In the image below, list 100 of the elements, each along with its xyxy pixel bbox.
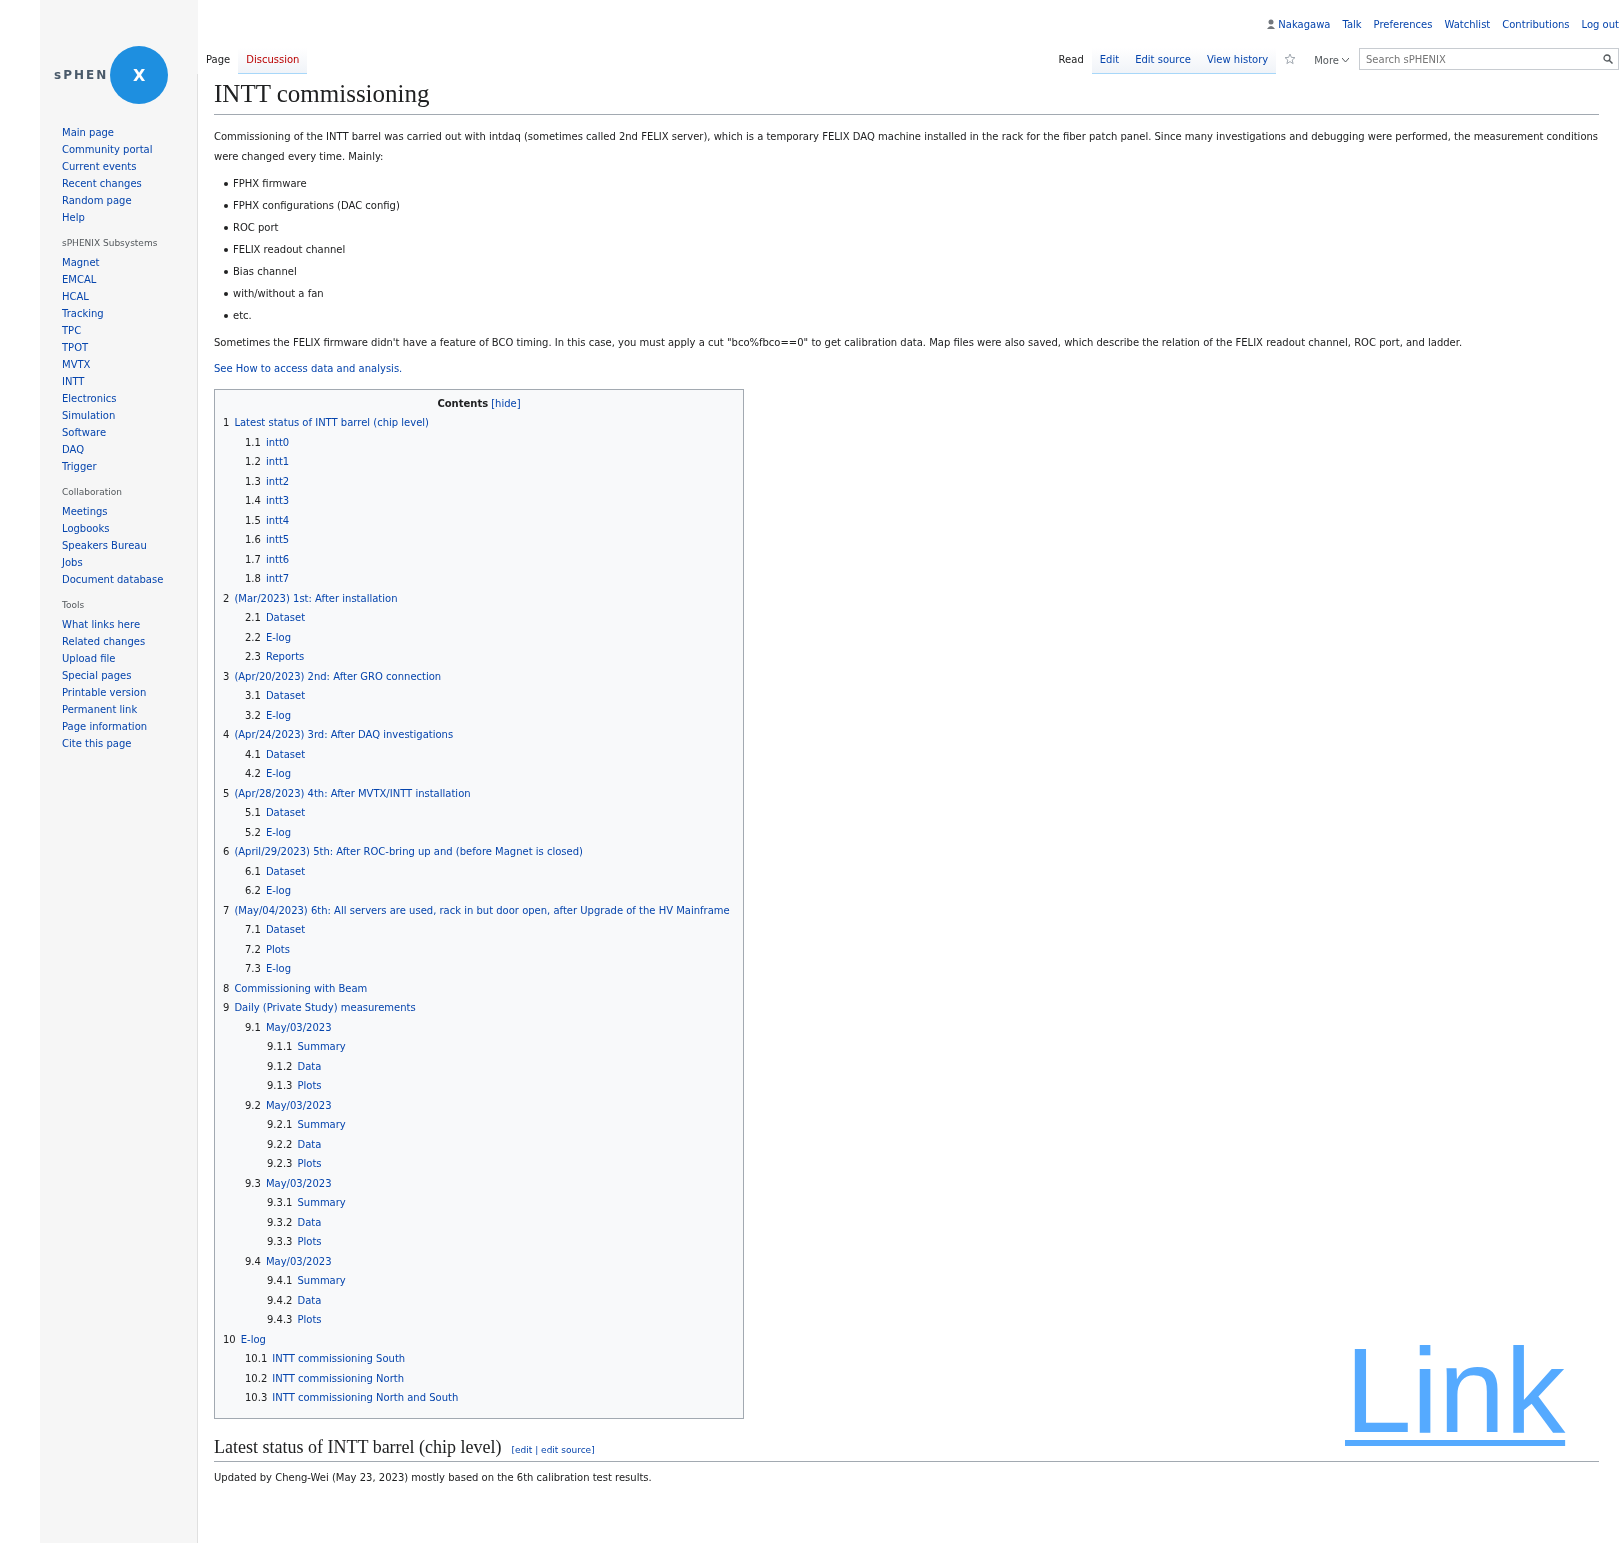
toc-link[interactable]: 6.2 E-log <box>245 881 735 901</box>
sidebar-link[interactable]: Related changes <box>62 633 198 650</box>
toc-link[interactable]: 5.1 Dataset <box>245 803 735 823</box>
sidebar-link[interactable]: MVTX <box>62 356 198 373</box>
sidebar-link[interactable]: Page information <box>62 718 198 735</box>
toc-link[interactable]: 9.2 May/03/2023 <box>245 1095 735 1115</box>
toc-link[interactable]: 9.2.3 Plots <box>267 1154 735 1174</box>
sidebar-link[interactable]: Meetings <box>62 503 198 520</box>
toc-link[interactable]: 9.1 May/03/2023 <box>245 1017 735 1037</box>
toc-link[interactable]: 10 E-log <box>223 1329 735 1349</box>
toc-link[interactable]: 9.1.3 Plots <box>267 1076 735 1096</box>
toc-link[interactable]: 2.3 Reports <box>245 647 735 667</box>
toc-link[interactable]: 3.2 E-log <box>245 705 735 725</box>
toc-link[interactable]: 9.3.3 Plots <box>267 1232 735 1252</box>
toc-link[interactable]: 9.4.3 Plots <box>267 1310 735 1330</box>
sidebar-link[interactable]: Trigger <box>62 458 198 475</box>
toc-link[interactable]: 6 (April/29/2023) 5th: After ROC-bring up and (before Magnet is closed) <box>223 842 735 862</box>
sidebar-link[interactable]: Document database <box>62 571 198 588</box>
see-also-link[interactable]: See How to access data and analysis. <box>214 363 403 374</box>
sidebar-link[interactable]: Speakers Bureau <box>62 537 198 554</box>
toc-link[interactable]: 9.4 May/03/2023 <box>245 1251 735 1271</box>
toc-link[interactable]: 1.6 intt5 <box>245 530 735 550</box>
toc-link[interactable]: 10.3 INTT commissioning North and South <box>245 1388 735 1408</box>
toc-link[interactable]: 4 (Apr/24/2023) 3rd: After DAQ investigations <box>223 725 735 745</box>
sidebar-link[interactable]: Special pages <box>62 667 198 684</box>
toc-link[interactable]: 1.7 intt6 <box>245 549 735 569</box>
sidebar-link[interactable]: Permanent link <box>62 701 198 718</box>
personal-link[interactable]: Log out <box>1581 14 1619 34</box>
list-item: Bias channel <box>233 265 297 279</box>
toc-link[interactable]: 8 Commissioning with Beam <box>223 978 735 998</box>
toc-link[interactable]: 1.4 intt3 <box>245 491 735 511</box>
user-link[interactable]: Nakagawa <box>1267 14 1331 34</box>
toc-link[interactable]: 3.1 Dataset <box>245 686 735 706</box>
sidebar-link[interactable]: Software <box>62 424 198 441</box>
toc-link[interactable]: 9.1.1 Summary <box>267 1037 735 1057</box>
more-menu[interactable]: More <box>1304 55 1359 74</box>
toc-link[interactable]: 2.1 Dataset <box>245 608 735 628</box>
sidebar-link[interactable]: Cite this page <box>62 735 198 752</box>
sidebar-link[interactable]: Random page <box>62 192 198 209</box>
toc-link[interactable]: 2 (Mar/2023) 1st: After installation <box>223 588 735 608</box>
sidebar-link[interactable]: Community portal <box>62 141 198 158</box>
edit-links[interactable]: [edit | edit source] <box>511 1444 595 1455</box>
toc-link[interactable]: 10.2 INTT commissioning North <box>245 1368 735 1388</box>
toc-link[interactable]: 1.8 intt7 <box>245 569 735 589</box>
toc-link[interactable]: 9 Daily (Private Study) measurements <box>223 998 735 1018</box>
toc-link[interactable]: 9.3 May/03/2023 <box>245 1173 735 1193</box>
toc-link[interactable]: 4.1 Dataset <box>245 744 735 764</box>
toc-link[interactable]: 7.1 Dataset <box>245 920 735 940</box>
sidebar-link[interactable]: Simulation <box>62 407 198 424</box>
star-icon[interactable] <box>1284 53 1297 65</box>
sidebar-link[interactable]: Main page <box>62 124 198 141</box>
sidebar-link[interactable]: INTT <box>62 373 198 390</box>
toc-link[interactable]: 3 (Apr/20/2023) 2nd: After GRO connection <box>223 666 735 686</box>
sidebar-link[interactable]: Jobs <box>62 554 198 571</box>
sidebar-link[interactable]: TPC <box>62 322 198 339</box>
search-icon[interactable] <box>1603 54 1613 64</box>
sidebar-link[interactable]: What links here <box>62 616 198 633</box>
sidebar-link[interactable]: Help <box>62 209 198 226</box>
sidebar-link[interactable]: Tracking <box>62 305 198 322</box>
toc-link[interactable]: 7.3 E-log <box>245 959 735 979</box>
user-icon <box>1267 19 1276 29</box>
toc-link[interactable]: 1.3 intt2 <box>245 471 735 491</box>
personal-link[interactable]: Preferences <box>1373 14 1433 34</box>
toc-link[interactable]: 5 (Apr/28/2023) 4th: After MVTX/INTT installation <box>223 783 735 803</box>
toc-link[interactable]: 9.2.1 Summary <box>267 1115 735 1135</box>
toc-link[interactable]: 4.2 E-log <box>245 764 735 784</box>
toc-link[interactable]: 1 Latest status of INTT barrel (chip level) <box>223 413 735 433</box>
sidebar-link[interactable]: EMCAL <box>62 271 198 288</box>
search-field[interactable]: Search sPHENIX <box>1359 48 1619 70</box>
toc-link[interactable]: 7.2 Plots <box>245 939 735 959</box>
personal-link[interactable]: Contributions <box>1502 14 1570 34</box>
sidebar-link[interactable]: Recent changes <box>62 175 198 192</box>
toc-link[interactable]: 9.4.2 Data <box>267 1290 735 1310</box>
toc-link[interactable]: 9.3.1 Summary <box>267 1193 735 1213</box>
sidebar-link[interactable]: TPOT <box>62 339 198 356</box>
sidebar-link[interactable]: DAQ <box>62 441 198 458</box>
toc-link[interactable]: 10.1 INTT commissioning South <box>245 1349 735 1369</box>
toc-link[interactable]: 7 (May/04/2023) 6th: All servers are used, rack in but door open, after Upgrade of the HV Mainframe <box>223 900 735 920</box>
toc-link[interactable]: 5.2 E-log <box>245 822 735 842</box>
sidebar-link[interactable]: Printable version <box>62 684 198 701</box>
toc-link[interactable]: 9.1.2 Data <box>267 1056 735 1076</box>
toc-link[interactable]: 2.2 E-log <box>245 627 735 647</box>
toc-link[interactable]: 1.2 intt1 <box>245 452 735 472</box>
sidebar-link[interactable]: Electronics <box>62 390 198 407</box>
sidebar-link[interactable]: Logbooks <box>62 520 198 537</box>
site-logo[interactable]: sPHEN X <box>54 40 198 110</box>
sidebar-heading: Tools <box>62 600 86 610</box>
sidebar-link[interactable]: Magnet <box>62 254 198 271</box>
sidebar-link[interactable]: Upload file <box>62 650 198 667</box>
toc-link[interactable]: 9.4.1 Summary <box>267 1271 735 1291</box>
toc-link[interactable]: 1.5 intt4 <box>245 510 735 530</box>
toc-toggle[interactable]: [hide] <box>491 398 521 409</box>
toc-link[interactable]: 9.2.2 Data <box>267 1134 735 1154</box>
toc-link[interactable]: 9.3.2 Data <box>267 1212 735 1232</box>
personal-link[interactable]: Talk <box>1342 14 1362 34</box>
personal-link[interactable]: Watchlist <box>1444 14 1491 34</box>
toc-link[interactable]: 6.1 Dataset <box>245 861 735 881</box>
sidebar-link[interactable]: HCAL <box>62 288 198 305</box>
sidebar-link[interactable]: Current events <box>62 158 198 175</box>
toc-link[interactable]: 1.1 intt0 <box>245 432 735 452</box>
